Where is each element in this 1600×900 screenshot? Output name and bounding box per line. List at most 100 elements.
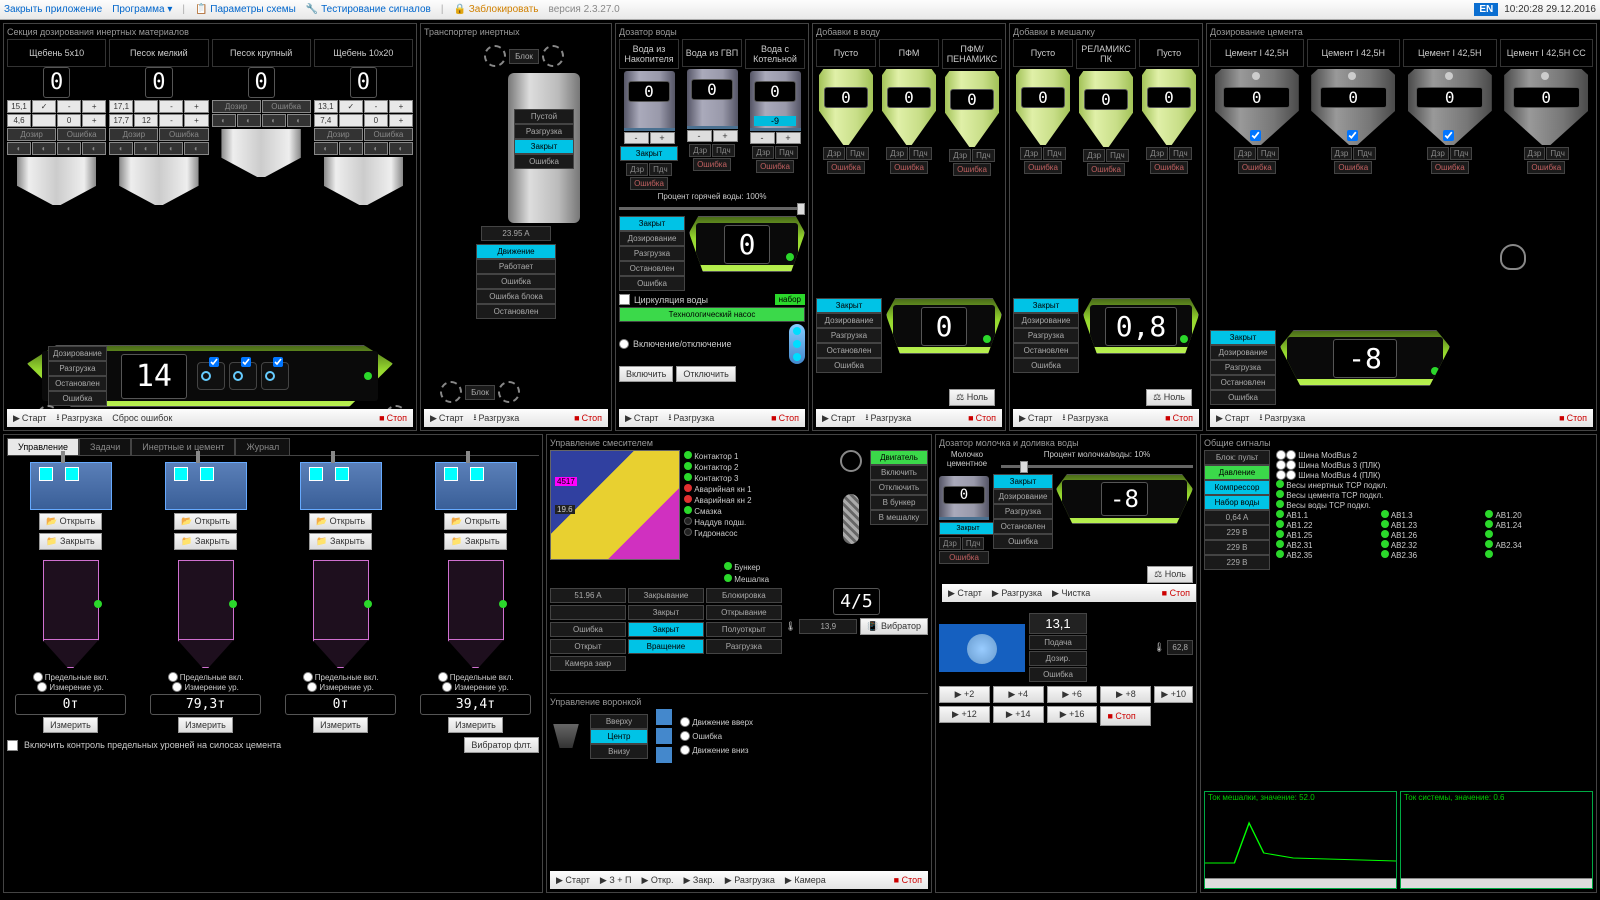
milk-slider[interactable] bbox=[1001, 465, 1193, 468]
chart-scrollbar[interactable] bbox=[1401, 878, 1592, 888]
status-Остановлен[interactable]: Остановлен bbox=[48, 376, 107, 391]
vibrator-button[interactable]: 📳 Вибратор bbox=[860, 618, 928, 635]
close-button[interactable]: 📁 Закрыть bbox=[174, 533, 236, 550]
mixer-foot-btn[interactable]: ▶ Закр. bbox=[680, 875, 717, 886]
circulation-checkbox[interactable] bbox=[619, 294, 630, 305]
engine-btn[interactable]: Двигатель bbox=[870, 450, 928, 465]
unload-button[interactable]: ⭳ Разгрузка bbox=[470, 410, 522, 426]
plus-button[interactable]: + bbox=[713, 130, 738, 142]
close-button[interactable]: 📁 Закрыть bbox=[39, 533, 101, 550]
silo-limit-checkbox[interactable] bbox=[7, 740, 18, 751]
engine-btn[interactable]: В бункер bbox=[870, 495, 928, 510]
mixer-foot-btn[interactable]: ▶ Откр. bbox=[638, 875, 676, 886]
open-button[interactable]: 📂 Открыть bbox=[444, 513, 507, 530]
minus-button[interactable]: - bbox=[750, 132, 775, 144]
unload-button[interactable]: ⭳ Разгрузка bbox=[1256, 410, 1308, 426]
add-water-btn[interactable]: ▶ +4 bbox=[993, 686, 1044, 703]
minus-button[interactable]: - bbox=[687, 130, 712, 142]
add-water-btn[interactable]: ▶ +16 bbox=[1047, 706, 1098, 723]
start-button[interactable]: ▶ Старт bbox=[427, 413, 466, 424]
plus-button[interactable]: + bbox=[650, 132, 675, 144]
engine-btn[interactable]: В мешалку bbox=[870, 510, 928, 525]
stop-button[interactable]: ■ Стоп bbox=[1556, 413, 1590, 423]
add-water-btn[interactable]: ▶ +8 bbox=[1100, 686, 1151, 703]
measure-button[interactable]: Измерить bbox=[43, 717, 98, 733]
lock-link[interactable]: 🔒 Заблокировать bbox=[453, 4, 538, 15]
start-button[interactable]: ▶ Старт bbox=[1213, 413, 1252, 424]
otkl-button[interactable]: Отключить bbox=[676, 366, 736, 382]
open-button[interactable]: 📂 Открыть bbox=[39, 513, 102, 530]
close-button[interactable]: 📁 Закрыть bbox=[444, 533, 506, 550]
unload-button[interactable]: ⭳ Разгрузка bbox=[1059, 410, 1111, 426]
scheme-params-link[interactable]: 📋 Параметры схемы bbox=[195, 4, 296, 15]
add-water-btn[interactable]: ▶ +2 bbox=[939, 686, 990, 703]
add-water-btn[interactable]: ▶ +12 bbox=[939, 706, 990, 723]
stop-button[interactable]: ■ Стоп bbox=[1162, 413, 1196, 423]
stop-button[interactable]: ■ Стоп bbox=[768, 413, 802, 423]
tab-0[interactable]: Управление bbox=[7, 438, 79, 455]
gate-icon bbox=[435, 462, 517, 510]
lang-badge[interactable]: EN bbox=[1474, 3, 1498, 16]
camera-icon[interactable] bbox=[197, 362, 225, 390]
engine-btn[interactable]: Отключить bbox=[870, 480, 928, 495]
add-water-btn[interactable]: ▶ +14 bbox=[993, 706, 1044, 723]
mixer-foot-btn[interactable]: ▶ Старт bbox=[553, 875, 593, 886]
onoff-radio[interactable] bbox=[619, 339, 629, 349]
stop-button[interactable]: ■ Стоп bbox=[965, 413, 999, 423]
program-menu[interactable]: Программа ▾ bbox=[112, 4, 172, 15]
close-button[interactable]: 📁 Закрыть bbox=[309, 533, 371, 550]
pane-control: УправлениеЗадачиИнертные и цементЖурнал … bbox=[3, 434, 543, 893]
tab-2[interactable]: Инертные и цемент bbox=[131, 438, 235, 455]
start-button[interactable]: ▶ Старт bbox=[622, 413, 661, 424]
status-Дозирование[interactable]: Дозирование bbox=[48, 346, 107, 361]
status-Ошибка[interactable]: Ошибка bbox=[48, 391, 107, 406]
unload-button[interactable]: ⭳ Разгрузка bbox=[862, 410, 914, 426]
status-Закрыт[interactable]: Закрыт bbox=[514, 139, 574, 154]
stop-button[interactable]: ■ Стоп bbox=[376, 413, 410, 423]
stop-button[interactable]: ■ Стоп bbox=[1100, 706, 1151, 726]
pane-conveyor: Транспортер инертных Блок ПустойРазгрузк… bbox=[420, 23, 612, 431]
mixer-foot-btn[interactable]: ▶ Камера bbox=[782, 875, 829, 886]
vibrator-filter-button[interactable]: Вибратор флт. bbox=[464, 737, 539, 753]
camera-icon[interactable] bbox=[229, 362, 257, 390]
status-Ошибка[interactable]: Ошибка bbox=[514, 154, 574, 169]
tab-1[interactable]: Задачи bbox=[79, 438, 131, 455]
unload-button[interactable]: ⭳ Разгрузка bbox=[53, 410, 105, 426]
silo-icon bbox=[313, 560, 369, 668]
chart-scrollbar[interactable] bbox=[1205, 878, 1396, 888]
mixer-foot-btn[interactable]: ■ Стоп bbox=[891, 875, 925, 885]
mixer-foot-btn[interactable]: ▶ З + П bbox=[597, 875, 635, 886]
cement-collector-value: -8 bbox=[1333, 339, 1397, 378]
signal-test-link[interactable]: 🔧 Тестирование сигналов bbox=[306, 4, 431, 15]
status-Разгрузка[interactable]: Разгрузка bbox=[48, 361, 107, 376]
clock: 10:20:28 29.12.2016 bbox=[1504, 4, 1596, 15]
open-button[interactable]: 📂 Открыть bbox=[174, 513, 237, 530]
nol-button[interactable]: ⚖ Ноль bbox=[949, 389, 995, 406]
add-water-btn[interactable]: ▶ +6 bbox=[1047, 686, 1098, 703]
close-app-link[interactable]: Закрыть приложение bbox=[4, 4, 102, 15]
minus-button[interactable]: - bbox=[624, 132, 649, 144]
start-button[interactable]: ▶ Старт bbox=[1016, 413, 1055, 424]
add-water-btn[interactable]: ▶ +10 bbox=[1154, 686, 1193, 703]
unload-button[interactable]: ⭳ Разгрузка bbox=[665, 410, 717, 426]
mixer-foot-btn[interactable]: ▶ Разгрузка bbox=[722, 875, 778, 886]
plus-button[interactable]: + bbox=[776, 132, 801, 144]
nol-button[interactable]: ⚖ Ноль bbox=[1147, 566, 1193, 583]
measure-button[interactable]: Измерить bbox=[448, 717, 503, 733]
nol-button[interactable]: ⚖ Ноль bbox=[1146, 389, 1192, 406]
status-Пустой[interactable]: Пустой bbox=[514, 109, 574, 124]
measure-button[interactable]: Измерить bbox=[178, 717, 233, 733]
start-button[interactable]: ▶ Старт bbox=[819, 413, 858, 424]
hot-water-slider[interactable] bbox=[619, 207, 805, 210]
measure-button[interactable]: Измерить bbox=[313, 717, 368, 733]
start-button[interactable]: ▶ Старт bbox=[10, 413, 49, 424]
stop-button[interactable]: ■ Стоп bbox=[571, 413, 605, 423]
engine-btn[interactable]: Включить bbox=[870, 465, 928, 480]
open-button[interactable]: 📂 Открыть bbox=[309, 513, 372, 530]
reset-errors-button[interactable]: Сброс ошибок bbox=[109, 413, 175, 423]
status-Разгрузка[interactable]: Разгрузка bbox=[514, 124, 574, 139]
vkl-button[interactable]: Включить bbox=[619, 366, 673, 382]
funnel-ind bbox=[656, 709, 672, 725]
tab-3[interactable]: Журнал bbox=[235, 438, 290, 455]
camera-icon[interactable] bbox=[261, 362, 289, 390]
